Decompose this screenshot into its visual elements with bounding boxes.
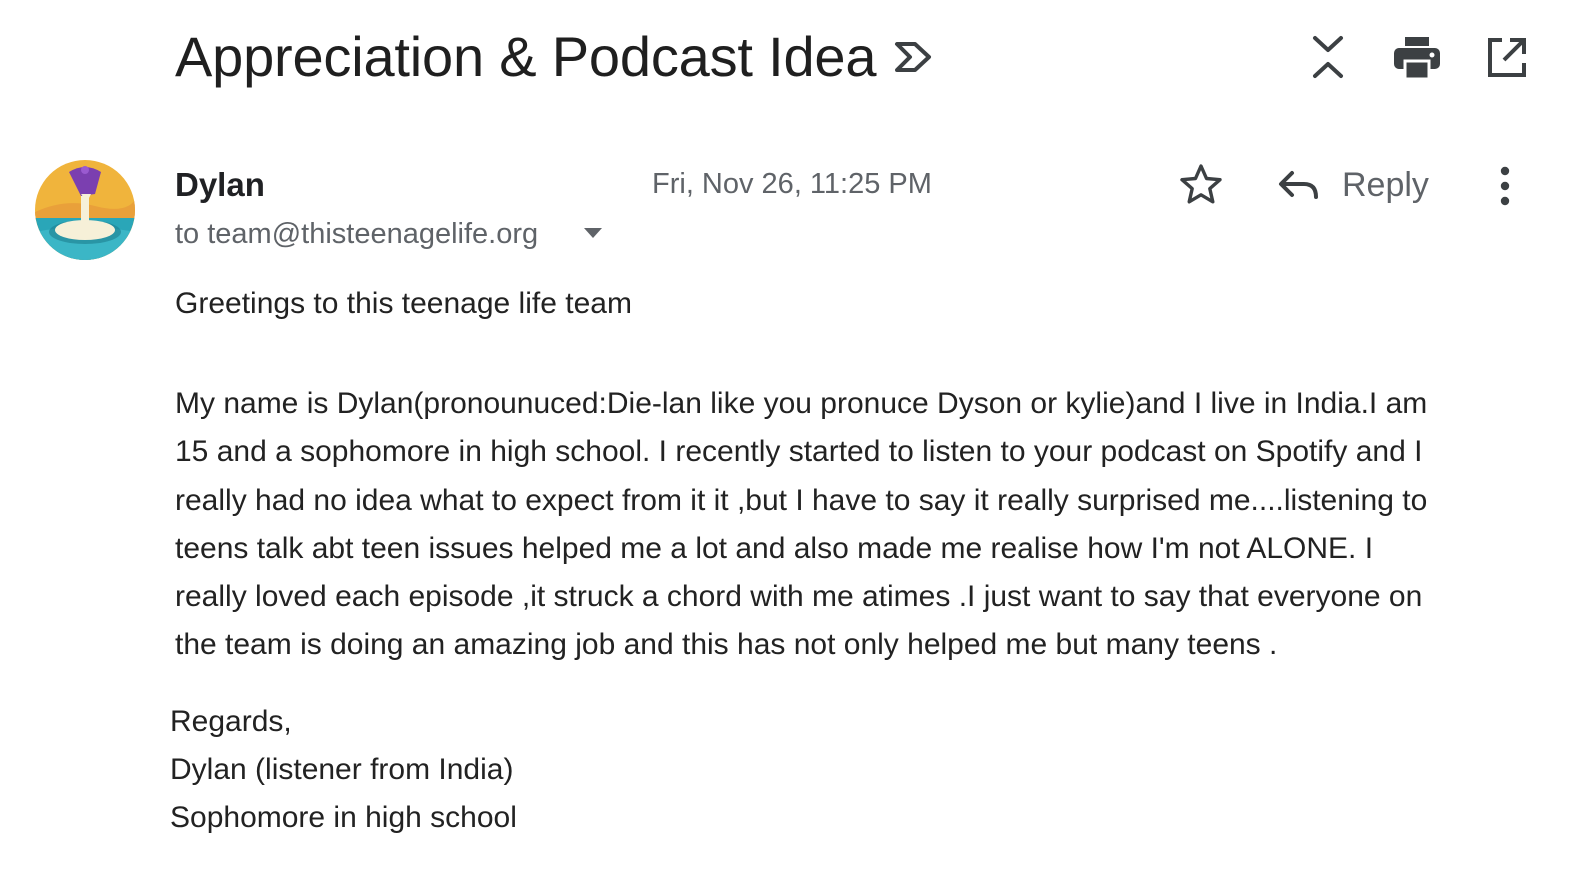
reply-arrow-icon [1279,171,1318,199]
sender-avatar[interactable] [35,160,135,260]
body-line: My name is Dylan(pronounuced:Die-lan lik… [175,387,1428,420]
email-greeting: Greetings to this teenage life team [175,287,632,320]
signature-line: Regards, [170,705,292,738]
body-line: really had no idea what to expect from i… [175,483,1428,517]
caret-down-icon[interactable] [582,226,604,240]
reply-button[interactable] [1278,170,1320,202]
reply-label[interactable]: Reply [1342,164,1429,206]
body-line: 15 and a sophomore in high school. I rec… [175,435,1423,469]
body-line: teens talk abt teen issues helped me a l… [175,531,1374,565]
email-date: Fri, Nov 26, 11:25 PM [652,168,932,200]
body-line: really loved each episode ,it struck a c… [175,580,1423,614]
signature-line: Dylan (listener from India) [170,753,514,786]
email-subject: Appreciation & Podcast Idea [175,25,877,88]
body-line: the team is doing an amazing job and thi… [175,628,1278,662]
open-in-new-window-icon[interactable] [1486,37,1528,79]
label-arrow-icon[interactable] [893,41,933,73]
star-outline-icon[interactable] [1179,163,1223,205]
email-body-paragraph: My name is Dylan(pronounuced:Die-lan lik… [175,380,1545,670]
recipient-line: to team@thisteenagelife.org [175,218,539,250]
collapse-all-icon[interactable] [1310,35,1346,79]
signature-line: Sophomore in high school [170,801,517,834]
more-vertical-icon[interactable] [1498,166,1512,206]
sender-name: Dylan [175,166,265,203]
print-icon[interactable] [1394,37,1440,79]
